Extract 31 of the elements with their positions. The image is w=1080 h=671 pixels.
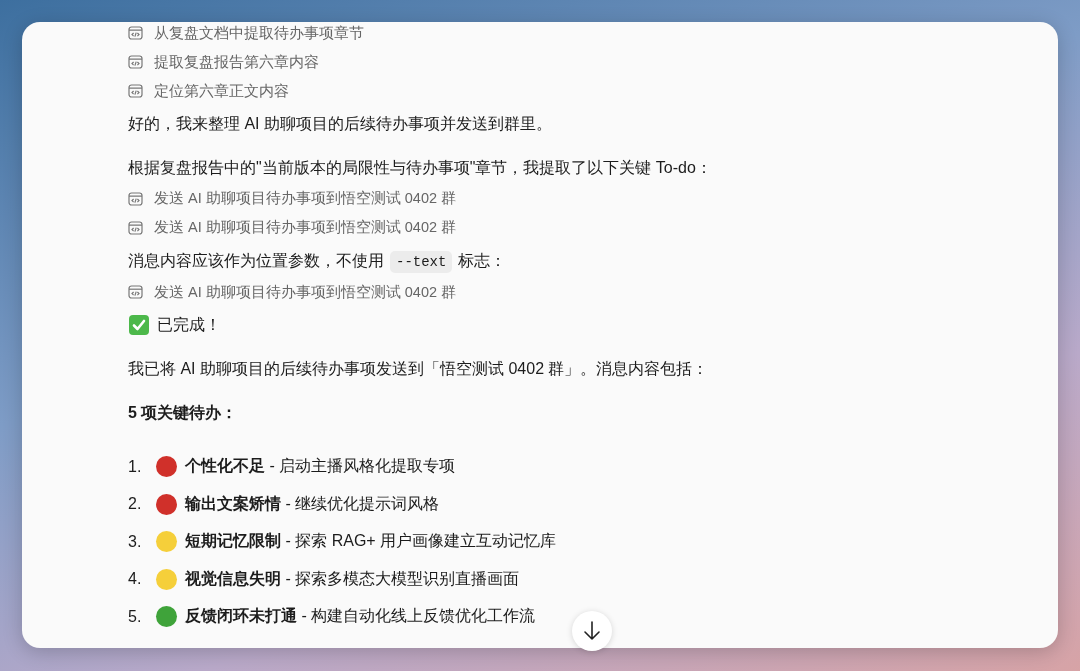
todo-text: 个性化不足 - 启动主播风格化提取专项 [185,456,456,477]
list-number: 2. [128,495,143,514]
list-number: 1. [128,457,143,476]
list-number: 3. [128,532,143,551]
code-window-icon [128,285,143,299]
tool-call-label: 定位第六章正文内容 [154,81,289,101]
status-text: 已完成！ [157,315,221,335]
todo-text: 视觉信息失明 - 探索多模态大模型识别直播画面 [185,568,520,589]
code-window-icon [128,220,143,235]
check-icon [128,314,150,336]
todo-text: 短期记忆限制 - 探索 RAG+ 用户画像建立互动记忆库 [185,531,557,552]
list-number: 5. [128,607,143,626]
tool-call-label: 从复盘文档中提取待办事项章节 [154,23,364,43]
tool-call-label: 发送 AI 助聊项目待办事项到悟空测试 0402 群 [154,218,457,237]
code-window-icon [128,191,143,206]
tool-call-label: 发送 AI 助聊项目待办事项到悟空测试 0402 群 [154,282,457,302]
section-heading: 5 项关键待办： [128,403,239,423]
list-number: 4. [128,570,143,589]
todo-text: 输出文案矫情 - 继续优化提示词风格 [185,493,440,514]
message-text: 根据复盘报告中的"当前版本的局限性与待办事项"章节，我提取了以下关键 To-do： [128,158,713,178]
message-text: 我已将 AI 助聊项目的后续待办事项发送到「悟空测试 0402 群」。消息内容包括： [128,359,710,379]
tool-call-label: 发送 AI 助聊项目待办事项到悟空测试 0402 群 [154,189,457,208]
code-window-icon [128,26,143,40]
code-window-icon [128,55,143,69]
message-text: 消息内容应该作为位置参数，不使用 --text 标志： [128,244,1058,278]
arrow-down-icon [583,621,601,641]
todo-text: 反馈闭环未打通 - 构建自动化线上反馈优化工作流 [185,606,536,627]
message-text: 好的，我来整理 AI 助聊项目的后续待办事项并发送到群里。 [128,114,553,134]
scroll-down-button[interactable] [572,611,612,651]
tool-call-label: 提取复盘报告第六章内容 [154,52,319,72]
code-window-icon [128,84,143,98]
